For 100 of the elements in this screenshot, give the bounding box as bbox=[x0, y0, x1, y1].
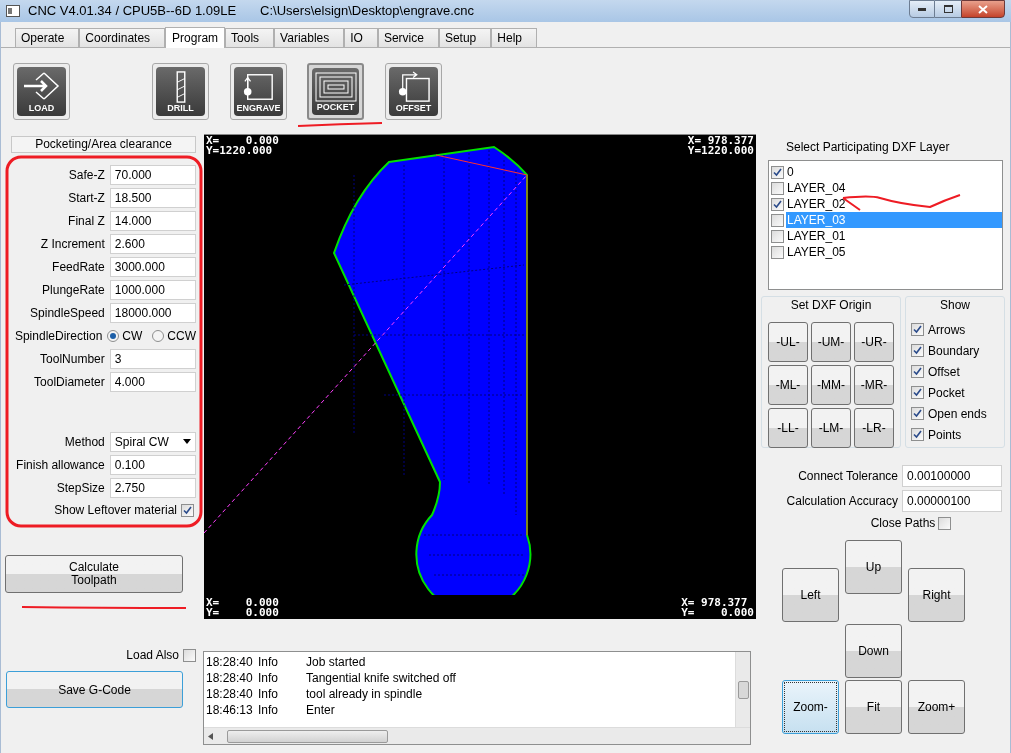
checkbox[interactable] bbox=[911, 365, 924, 378]
section-title: Select Participating DXF Layer bbox=[786, 139, 951, 156]
toolbar-button[interactable]: ENGRAVE bbox=[230, 62, 287, 120]
log-message: Tangential knife switched off bbox=[306, 670, 456, 687]
maximize-button[interactable] bbox=[935, 0, 961, 18]
field-label: FeedRate bbox=[51, 258, 106, 276]
checkbox[interactable] bbox=[771, 245, 784, 259]
dropdown[interactable]: Spiral CW bbox=[109, 431, 196, 452]
checkbox-label: Arrows bbox=[928, 321, 966, 339]
button[interactable]: -MR- bbox=[854, 365, 894, 405]
nav-button[interactable]: Fit bbox=[845, 680, 902, 734]
log-message: Enter bbox=[306, 702, 335, 719]
checkmark-icon bbox=[913, 430, 922, 439]
checkmark-icon bbox=[183, 505, 192, 515]
checkbox[interactable] bbox=[911, 323, 924, 336]
button[interactable]: -LR- bbox=[854, 408, 894, 448]
layer-item[interactable]: 0 bbox=[786, 164, 1002, 180]
input-field[interactable]: 14.000 bbox=[109, 210, 196, 231]
checkbox[interactable] bbox=[911, 344, 924, 357]
radio-option[interactable]: CCW bbox=[152, 326, 196, 345]
button[interactable]: -LM- bbox=[811, 408, 851, 448]
log-time: 18:28:40 bbox=[206, 686, 254, 703]
minimize-button[interactable] bbox=[909, 0, 935, 18]
vertical-scrollbar[interactable] bbox=[735, 652, 750, 727]
checkbox[interactable] bbox=[771, 181, 784, 195]
nav-button[interactable]: Zoom+ bbox=[908, 680, 965, 734]
input-field[interactable]: 2.600 bbox=[109, 233, 196, 254]
toolbar-button[interactable]: OFFSET bbox=[385, 62, 442, 120]
button[interactable]: -LL- bbox=[768, 408, 808, 448]
button[interactable]: -UM- bbox=[811, 322, 851, 362]
checkbox[interactable] bbox=[771, 213, 784, 227]
radio-option[interactable]: CW bbox=[107, 326, 143, 345]
field-label: Connect Tolerance bbox=[798, 467, 898, 485]
checkmark-icon bbox=[773, 199, 782, 209]
tab[interactable]: Program bbox=[165, 27, 226, 48]
checkbox[interactable] bbox=[183, 648, 196, 662]
log-time: 18:46:13 bbox=[206, 702, 254, 719]
log-level: Info bbox=[258, 670, 279, 687]
input-field[interactable]: 0.100 bbox=[109, 454, 196, 475]
group-title: Show bbox=[940, 297, 970, 314]
layer-item[interactable]: LAYER_01 bbox=[786, 228, 1002, 244]
file-path: C:\Users\elsign\Desktop\engrave.cnc bbox=[260, 2, 474, 21]
toolbar-button[interactable]: POCKET bbox=[307, 62, 364, 120]
close-button[interactable] bbox=[961, 0, 1005, 18]
log-level: Info bbox=[258, 702, 279, 719]
button[interactable]: -UL- bbox=[768, 322, 808, 362]
input-field[interactable]: 70.000 bbox=[109, 164, 196, 185]
tab[interactable]: Operate bbox=[15, 28, 80, 47]
input-field[interactable]: 3000.000 bbox=[109, 256, 196, 277]
input-field[interactable]: 0.00100000 bbox=[902, 464, 1002, 487]
button[interactable]: -UR- bbox=[854, 322, 894, 362]
field-label: ToolDiameter bbox=[33, 373, 106, 391]
checkbox[interactable] bbox=[911, 407, 924, 420]
tab[interactable]: Service bbox=[377, 28, 439, 47]
tab[interactable]: Coordinates bbox=[79, 28, 166, 47]
tab[interactable]: Setup bbox=[438, 28, 492, 47]
input-field[interactable]: 0.00000100 bbox=[902, 489, 1002, 512]
checkbox[interactable] bbox=[911, 386, 924, 399]
toolbar-button[interactable]: LOAD bbox=[13, 62, 70, 120]
checkbox[interactable] bbox=[771, 165, 784, 179]
input-field[interactable]: 3 bbox=[109, 348, 196, 369]
checkbox[interactable] bbox=[911, 428, 924, 441]
input-field[interactable]: 1000.000 bbox=[109, 279, 196, 300]
panel-title: Pocketing/Area clearance bbox=[11, 136, 196, 153]
tab[interactable]: IO bbox=[344, 28, 378, 47]
field-label: ToolNumber bbox=[39, 350, 106, 368]
layer-item[interactable]: LAYER_04 bbox=[786, 180, 1002, 196]
tab[interactable]: Variables bbox=[274, 28, 345, 47]
button[interactable]: -MM- bbox=[811, 365, 851, 405]
checkbox[interactable] bbox=[771, 229, 784, 243]
nav-button[interactable]: Zoom- bbox=[782, 680, 839, 734]
toolbar-button[interactable]: DRILL bbox=[152, 62, 209, 120]
coordinate-readout: X= 0.000 Y= 0.000 bbox=[206, 598, 279, 618]
checkbox-label: Offset bbox=[928, 363, 960, 381]
horizontal-scrollbar[interactable] bbox=[204, 727, 750, 744]
input-field[interactable]: 18.500 bbox=[109, 187, 196, 208]
field-label: Calculation Accuracy bbox=[786, 492, 898, 510]
layer-item[interactable]: LAYER_05 bbox=[786, 244, 1002, 260]
tab[interactable]: Help bbox=[491, 28, 537, 47]
input-field[interactable]: 18000.000 bbox=[109, 302, 196, 323]
input-field[interactable]: 4.000 bbox=[109, 371, 196, 392]
tab[interactable]: Tools bbox=[225, 28, 275, 47]
layer-item[interactable]: LAYER_02 bbox=[786, 196, 1002, 212]
input-field[interactable]: 2.750 bbox=[109, 477, 196, 498]
checkbox-label: Boundary bbox=[928, 342, 980, 360]
button[interactable]: -ML- bbox=[768, 365, 808, 405]
checkbox[interactable] bbox=[771, 197, 784, 211]
field-label: SpindleSpeed bbox=[29, 304, 106, 322]
checkmark-icon bbox=[913, 388, 922, 397]
checkbox-label: Points bbox=[928, 426, 962, 444]
button[interactable]: Calculate Toolpath bbox=[5, 555, 183, 593]
checkbox[interactable] bbox=[938, 516, 952, 530]
nested-rectangles-icon bbox=[314, 71, 357, 102]
save-gcode-button[interactable]: Save G-Code bbox=[6, 671, 183, 708]
nav-button[interactable]: Down bbox=[845, 624, 902, 678]
checkbox[interactable] bbox=[181, 503, 194, 517]
nav-button[interactable]: Up bbox=[845, 540, 902, 594]
nav-button[interactable]: Right bbox=[908, 568, 965, 622]
field-label: Safe-Z bbox=[67, 166, 106, 184]
nav-button[interactable]: Left bbox=[782, 568, 839, 622]
